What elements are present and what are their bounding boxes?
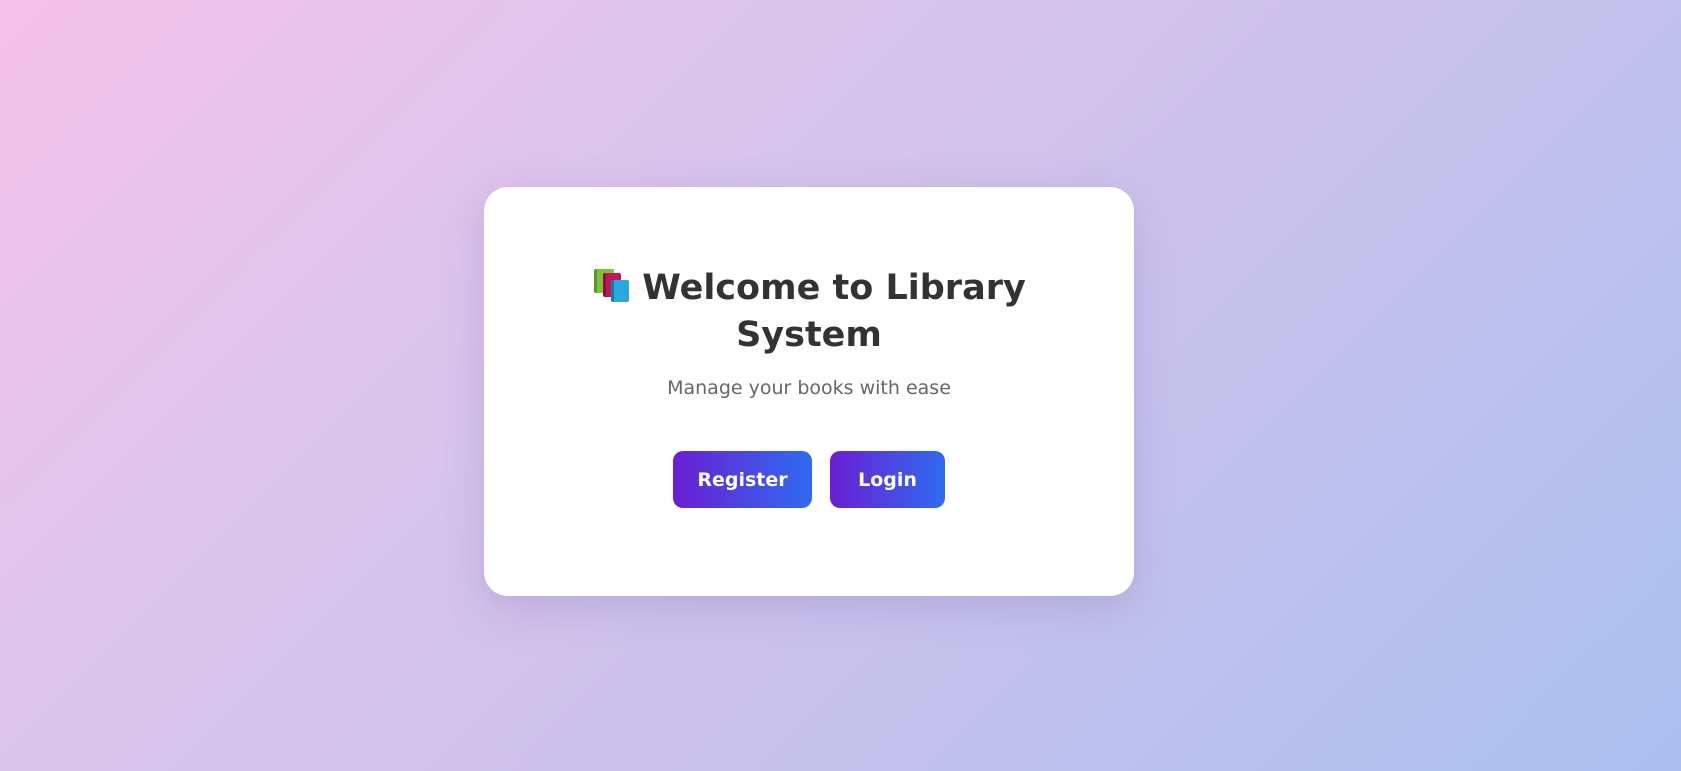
login-button[interactable]: Login — [830, 451, 945, 508]
register-button[interactable]: Register — [673, 451, 812, 508]
title-text-1: Welcome to Library — [642, 268, 1026, 308]
action-buttons: Register Login — [484, 451, 1134, 508]
page-title: Welcome to Library System — [484, 265, 1134, 359]
subtitle: Manage your books with ease — [667, 377, 951, 399]
title-line-1: Welcome to Library — [484, 265, 1134, 312]
welcome-card: Welcome to Library System Manage your bo… — [484, 187, 1134, 596]
title-line-2: System — [736, 315, 882, 355]
books-icon — [592, 269, 630, 303]
